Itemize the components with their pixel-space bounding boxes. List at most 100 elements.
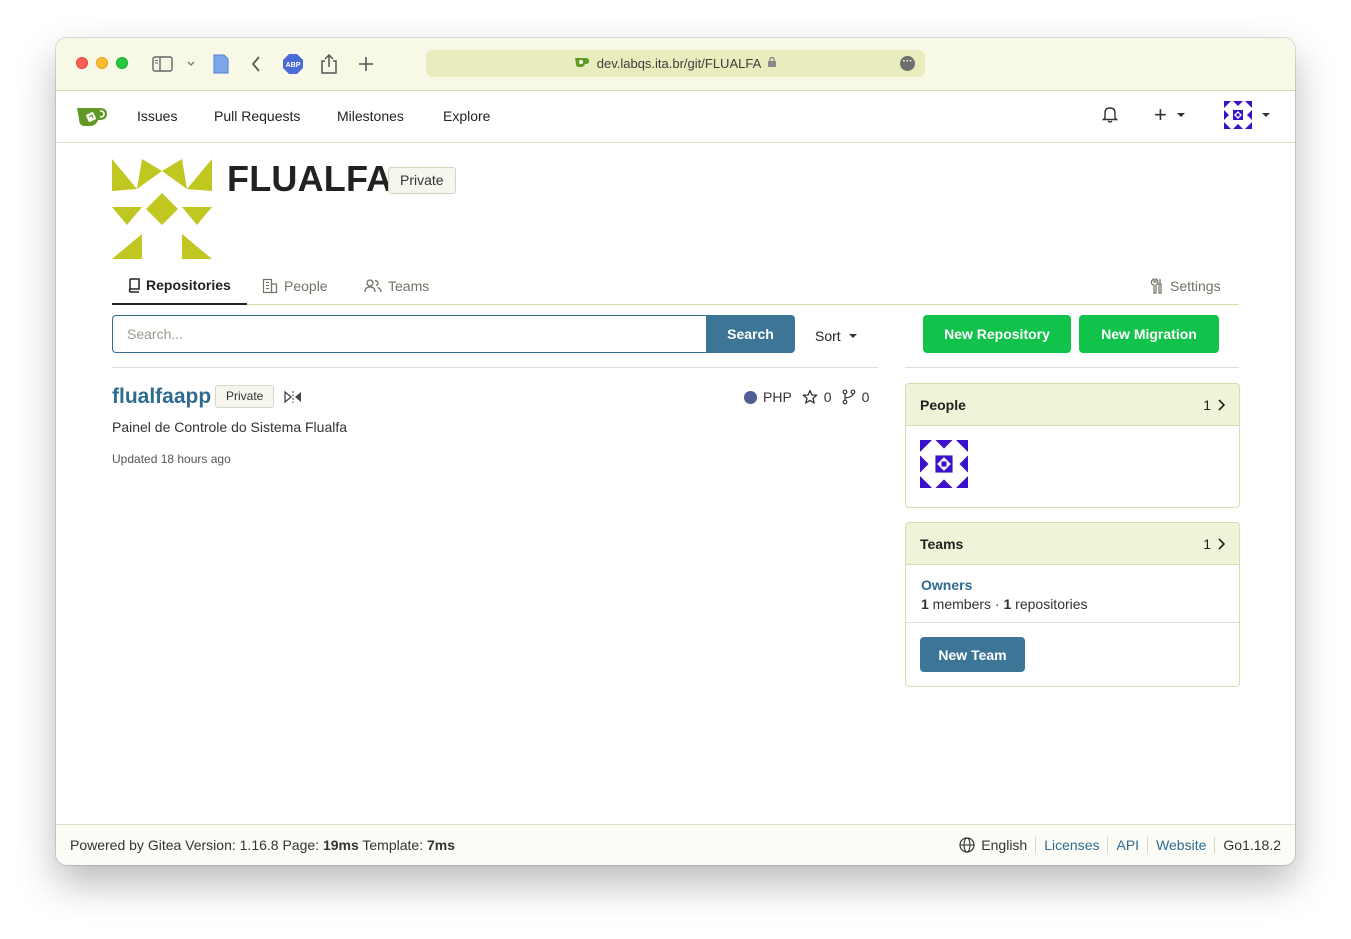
repo-icon — [128, 277, 140, 293]
divider — [112, 367, 878, 368]
footer-template-time: 7ms — [426, 837, 456, 853]
globe-icon — [959, 837, 975, 853]
member-avatar[interactable] — [920, 440, 968, 488]
search-button[interactable]: Search — [706, 315, 795, 353]
teams-count: 1 — [1203, 535, 1211, 552]
teams-card-header[interactable]: Teams 1 — [906, 523, 1239, 565]
mirror-icon — [284, 390, 301, 404]
new-migration-button[interactable]: New Migration — [1079, 315, 1219, 353]
nav-pull-requests-link[interactable]: Pull Requests — [214, 108, 300, 124]
more-options-icon[interactable]: ··· — [900, 56, 915, 71]
org-avatar — [112, 159, 212, 259]
repo-visibility-badge: Private — [215, 385, 275, 408]
repo-name-link[interactable]: flualfaapp — [112, 385, 211, 409]
new-repository-button[interactable]: New Repository — [923, 315, 1071, 353]
divider — [905, 367, 1239, 368]
gitea-favicon-icon — [574, 56, 590, 71]
team-owners-link[interactable]: Owners — [921, 577, 972, 593]
repo-search-form: Search — [112, 315, 795, 353]
gitea-logo-icon[interactable] — [76, 105, 108, 130]
language-color-dot — [744, 390, 757, 404]
footer-template-label: Template: — [358, 837, 427, 853]
sort-label: Sort — [815, 328, 841, 344]
adblock-plus-icon[interactable]: ABP — [282, 52, 304, 76]
tab-settings[interactable]: Settings — [1150, 267, 1221, 305]
divider — [906, 622, 1239, 623]
document-icon[interactable] — [212, 52, 230, 76]
notifications-bell-icon[interactable] — [1102, 105, 1118, 123]
minimize-window-button[interactable] — [96, 57, 108, 69]
team-meta: 1 members · 1 repositories — [921, 596, 1088, 612]
tab-repositories[interactable]: Repositories — [112, 267, 247, 305]
nav-milestones-link[interactable]: Milestones — [337, 108, 404, 124]
footer-website-link[interactable]: Website — [1147, 837, 1214, 853]
chevron-right-icon — [1218, 398, 1225, 411]
chevron-right-icon — [1218, 537, 1225, 550]
address-bar[interactable]: dev.labqs.ita.br/git/FLUALFA ··· — [426, 50, 925, 77]
top-navbar: Issues Pull Requests Milestones Explore … — [56, 91, 1295, 143]
language-label: English — [981, 837, 1028, 853]
browser-window: ABP dev.labqs.ita.br/git/FLUALFA ··· Iss… — [56, 38, 1295, 865]
tab-people-label: People — [284, 278, 328, 294]
tab-teams[interactable]: Teams — [364, 267, 429, 305]
star-icon[interactable] — [802, 389, 818, 405]
tab-people[interactable]: People — [262, 267, 328, 305]
repo-forks-count: 0 — [861, 389, 870, 405]
repo-updated-time: Updated 18 hours ago — [112, 452, 231, 466]
nav-issues-link[interactable]: Issues — [137, 108, 177, 124]
people-count: 1 — [1203, 396, 1211, 413]
caret-down-icon — [848, 334, 857, 338]
org-title: FLUALFA — [227, 158, 393, 199]
repo-stats: PHP 0 0 — [744, 389, 869, 405]
footer-api-link[interactable]: API — [1107, 837, 1147, 853]
chevron-down-icon[interactable] — [186, 52, 196, 76]
tab-settings-label: Settings — [1170, 278, 1221, 294]
caret-down-icon — [1262, 113, 1270, 117]
sidebar-toggle-icon[interactable] — [152, 52, 174, 76]
tab-repositories-label: Repositories — [146, 277, 231, 293]
org-visibility-badge: Private — [388, 167, 456, 194]
address-url: dev.labqs.ita.br/git/FLUALFA — [596, 56, 762, 71]
close-window-button[interactable] — [76, 57, 88, 69]
new-tab-icon[interactable] — [358, 52, 374, 76]
user-avatar — [1224, 101, 1252, 129]
team-members-label: members · — [928, 596, 1004, 612]
team-members-count: 1 — [921, 596, 929, 612]
lock-icon — [767, 56, 777, 71]
plus-icon: + — [1154, 102, 1167, 127]
repo-description: Painel de Controle do Sistema Flualfa — [112, 419, 348, 435]
svg-text:ABP: ABP — [286, 62, 301, 69]
repo-language: PHP — [763, 389, 792, 405]
tab-teams-label: Teams — [388, 278, 430, 294]
people-card-header[interactable]: People 1 — [906, 384, 1239, 426]
team-repos-label: repositories — [1011, 596, 1088, 612]
caret-down-icon — [1176, 113, 1185, 117]
browser-toolbar: ABP dev.labqs.ita.br/git/FLUALFA ··· — [56, 38, 1295, 91]
repo-stars-count: 0 — [823, 389, 832, 405]
footer-page-time: 19ms — [322, 837, 359, 853]
language-selector[interactable]: English — [951, 837, 1035, 853]
footer-powered-by: Powered by Gitea Version: 1.16.8 Page: 1… — [70, 837, 455, 853]
people-card: People 1 — [905, 383, 1240, 508]
tools-icon — [1150, 278, 1162, 294]
repo-search-input[interactable] — [112, 315, 706, 353]
zoom-window-button[interactable] — [116, 57, 128, 69]
footer-links: English Licenses API Website Go1.18.2 — [951, 837, 1281, 853]
footer-licenses-link[interactable]: Licenses — [1035, 837, 1107, 853]
people-card-title: People — [920, 396, 966, 413]
share-icon[interactable] — [320, 52, 338, 76]
page-footer: Powered by Gitea Version: 1.16.8 Page: 1… — [56, 824, 1295, 865]
nav-explore-link[interactable]: Explore — [443, 108, 490, 124]
sort-dropdown[interactable]: Sort — [815, 328, 857, 344]
create-new-menu[interactable]: + — [1154, 104, 1185, 126]
back-icon[interactable] — [250, 52, 262, 76]
footer-go-version: Go1.18.2 — [1214, 837, 1281, 853]
teams-card-title: Teams — [920, 535, 964, 552]
fork-icon[interactable] — [842, 389, 856, 405]
user-menu[interactable] — [1224, 101, 1270, 129]
new-team-button[interactable]: New Team — [920, 637, 1025, 672]
org-tabs: Repositories People Teams Settings — [112, 267, 1239, 305]
footer-version-text: Powered by Gitea Version: 1.16.8 Page: — [70, 837, 323, 853]
teams-card: Teams 1 Owners 1 members · 1 repositorie… — [905, 522, 1240, 687]
organization-icon — [262, 278, 278, 294]
